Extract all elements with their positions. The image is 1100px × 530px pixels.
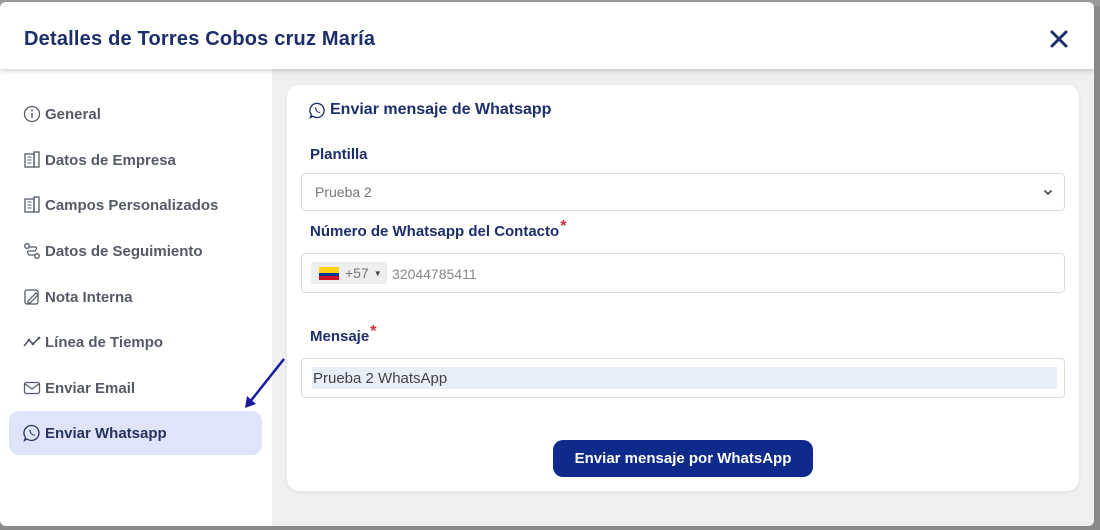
sidebar: General Datos de Empresa Campos Personal…: [0, 69, 272, 526]
whatsapp-icon: [23, 424, 41, 442]
building-icon: [23, 151, 41, 169]
message-label: Mensaje*: [310, 323, 376, 346]
close-icon: [1050, 30, 1068, 48]
close-button[interactable]: [1044, 24, 1074, 54]
sidebar-item-datos-seguimiento[interactable]: Datos de Seguimiento: [9, 229, 262, 273]
edit-note-icon: [23, 288, 41, 306]
content-area: Enviar mensaje de Whatsapp Plantilla Pru…: [272, 69, 1094, 526]
sidebar-item-label: Enviar Whatsapp: [45, 424, 167, 442]
phone-field: +57 ▼: [301, 253, 1065, 293]
building-icon: [23, 196, 41, 214]
sidebar-item-label: Datos de Empresa: [45, 151, 176, 169]
modal-title: Detalles de Torres Cobos cruz María: [24, 28, 376, 50]
message-field: [301, 358, 1065, 398]
sidebar-item-label: Línea de Tiempo: [45, 333, 164, 351]
sidebar-item-campos-personalizados[interactable]: Campos Personalizados: [9, 183, 262, 227]
sidebar-item-enviar-whatsapp[interactable]: Enviar Whatsapp: [9, 411, 262, 455]
template-selected-value: Prueba 2: [315, 184, 372, 200]
form-title: Enviar mensaje de Whatsapp: [309, 101, 551, 119]
colombia-flag-icon: [319, 266, 339, 280]
timeline-icon: [23, 333, 41, 351]
send-whatsapp-button[interactable]: Enviar mensaje por WhatsApp: [553, 440, 813, 477]
contact-details-modal: Detalles de Torres Cobos cruz María Gene…: [0, 2, 1094, 526]
sidebar-item-label: Campos Personalizados: [45, 196, 219, 214]
phone-label-text: Número de Whatsapp del Contacto: [310, 223, 560, 240]
phone-label: Número de Whatsapp del Contacto*: [310, 218, 566, 241]
sidebar-item-general[interactable]: General: [9, 92, 262, 136]
route-icon: [23, 242, 41, 260]
country-code-selector[interactable]: +57 ▼: [311, 262, 387, 284]
form-title-text: Enviar mensaje de Whatsapp: [330, 101, 552, 118]
sidebar-item-enviar-email[interactable]: Enviar Email: [9, 366, 262, 410]
sidebar-item-label: General: [45, 105, 101, 123]
phone-input[interactable]: [392, 264, 992, 284]
sidebar-item-linea-tiempo[interactable]: Línea de Tiempo: [9, 320, 262, 364]
sidebar-item-label: Nota Interna: [45, 288, 133, 306]
annotation-arrow-icon: [245, 358, 285, 408]
dial-code: +57: [345, 265, 369, 281]
info-icon: [23, 105, 41, 123]
envelope-icon: [23, 379, 41, 397]
template-label: Plantilla: [310, 146, 368, 163]
sidebar-item-datos-empresa[interactable]: Datos de Empresa: [9, 138, 262, 182]
sidebar-item-nota-interna[interactable]: Nota Interna: [9, 275, 262, 319]
required-mark: *: [370, 323, 377, 340]
required-mark: *: [560, 218, 567, 235]
modal-header: Detalles de Torres Cobos cruz María: [0, 2, 1094, 69]
whatsapp-icon: [309, 102, 326, 119]
template-select[interactable]: Prueba 2: [301, 173, 1065, 211]
whatsapp-form-card: Enviar mensaje de Whatsapp Plantilla Pru…: [287, 85, 1079, 491]
message-label-text: Mensaje: [310, 328, 370, 345]
sidebar-item-label: Enviar Email: [45, 379, 136, 397]
message-input[interactable]: [312, 367, 1057, 389]
sidebar-item-label: Datos de Seguimiento: [45, 242, 203, 260]
caret-down-icon: ▼: [373, 268, 382, 278]
chevron-down-icon: [1043, 189, 1053, 196]
